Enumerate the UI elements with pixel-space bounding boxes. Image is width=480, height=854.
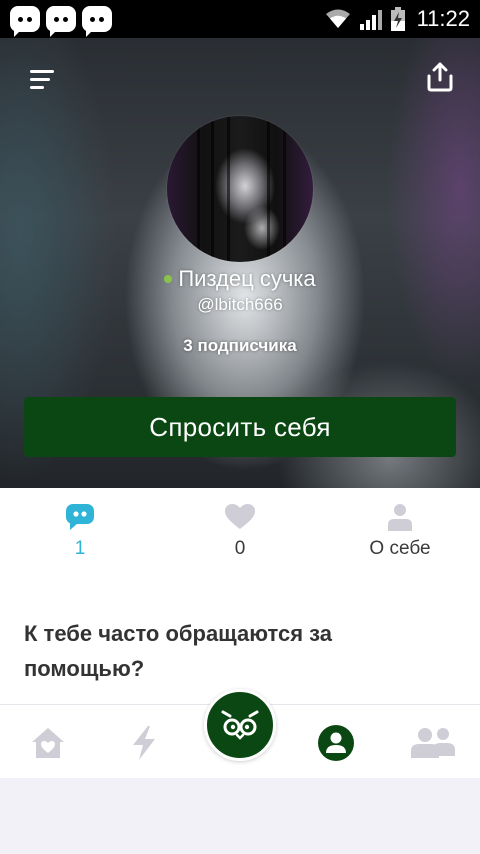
tab-about-label: О себе	[369, 538, 431, 559]
tab-about[interactable]: О себе	[320, 488, 480, 578]
home-icon[interactable]	[28, 723, 68, 763]
owl-icon[interactable]	[204, 689, 276, 761]
chat-bubble-icon	[10, 6, 40, 37]
followers-count[interactable]: 3 подписчика	[0, 336, 480, 356]
share-icon[interactable]	[426, 62, 454, 92]
person-icon	[385, 502, 415, 532]
profile-name: Пиздец сучка	[178, 266, 316, 291]
bottom-navigation	[0, 689, 480, 778]
notification-icons	[10, 6, 112, 37]
profile-screen: 11:22 Пиздец сучка @lbitch666 3 подписчи…	[0, 0, 480, 854]
ask-yourself-button[interactable]: Спросить себя	[24, 397, 456, 457]
bottom-spacer	[0, 778, 480, 854]
question-text[interactable]: К тебе часто обращаются за помощью?	[24, 616, 444, 686]
profile-header: Пиздец сучка @lbitch666 3 подписчика Спр…	[0, 38, 480, 488]
profile-handle: @lbitch666	[197, 295, 283, 314]
heart-icon	[225, 502, 255, 532]
answers-bubble-icon	[65, 502, 95, 532]
profile-tabs: 1 0 О себе	[0, 488, 480, 578]
tab-likes[interactable]: 0	[160, 488, 320, 578]
profile-icon[interactable]	[316, 723, 356, 763]
chat-bubble-icon	[46, 6, 76, 37]
menu-icon[interactable]	[30, 70, 56, 90]
tab-answers[interactable]: 1	[0, 488, 160, 578]
profile-name-row: Пиздец сучка	[0, 266, 480, 292]
lightning-icon[interactable]	[124, 723, 164, 763]
status-bar: 11:22	[0, 0, 480, 38]
signal-icon	[359, 10, 382, 30]
chat-bubble-icon	[82, 6, 112, 37]
answers-feed: К тебе часто обращаются за помощью?	[0, 578, 480, 704]
online-status-dot	[164, 275, 173, 283]
wifi-icon	[325, 9, 350, 28]
tab-answers-count: 1	[74, 538, 86, 559]
battery-charging-icon	[390, 7, 405, 31]
tab-likes-count: 0	[234, 538, 246, 559]
friends-icon[interactable]	[408, 723, 460, 763]
clock: 11:22	[416, 6, 470, 31]
avatar[interactable]	[167, 116, 313, 262]
